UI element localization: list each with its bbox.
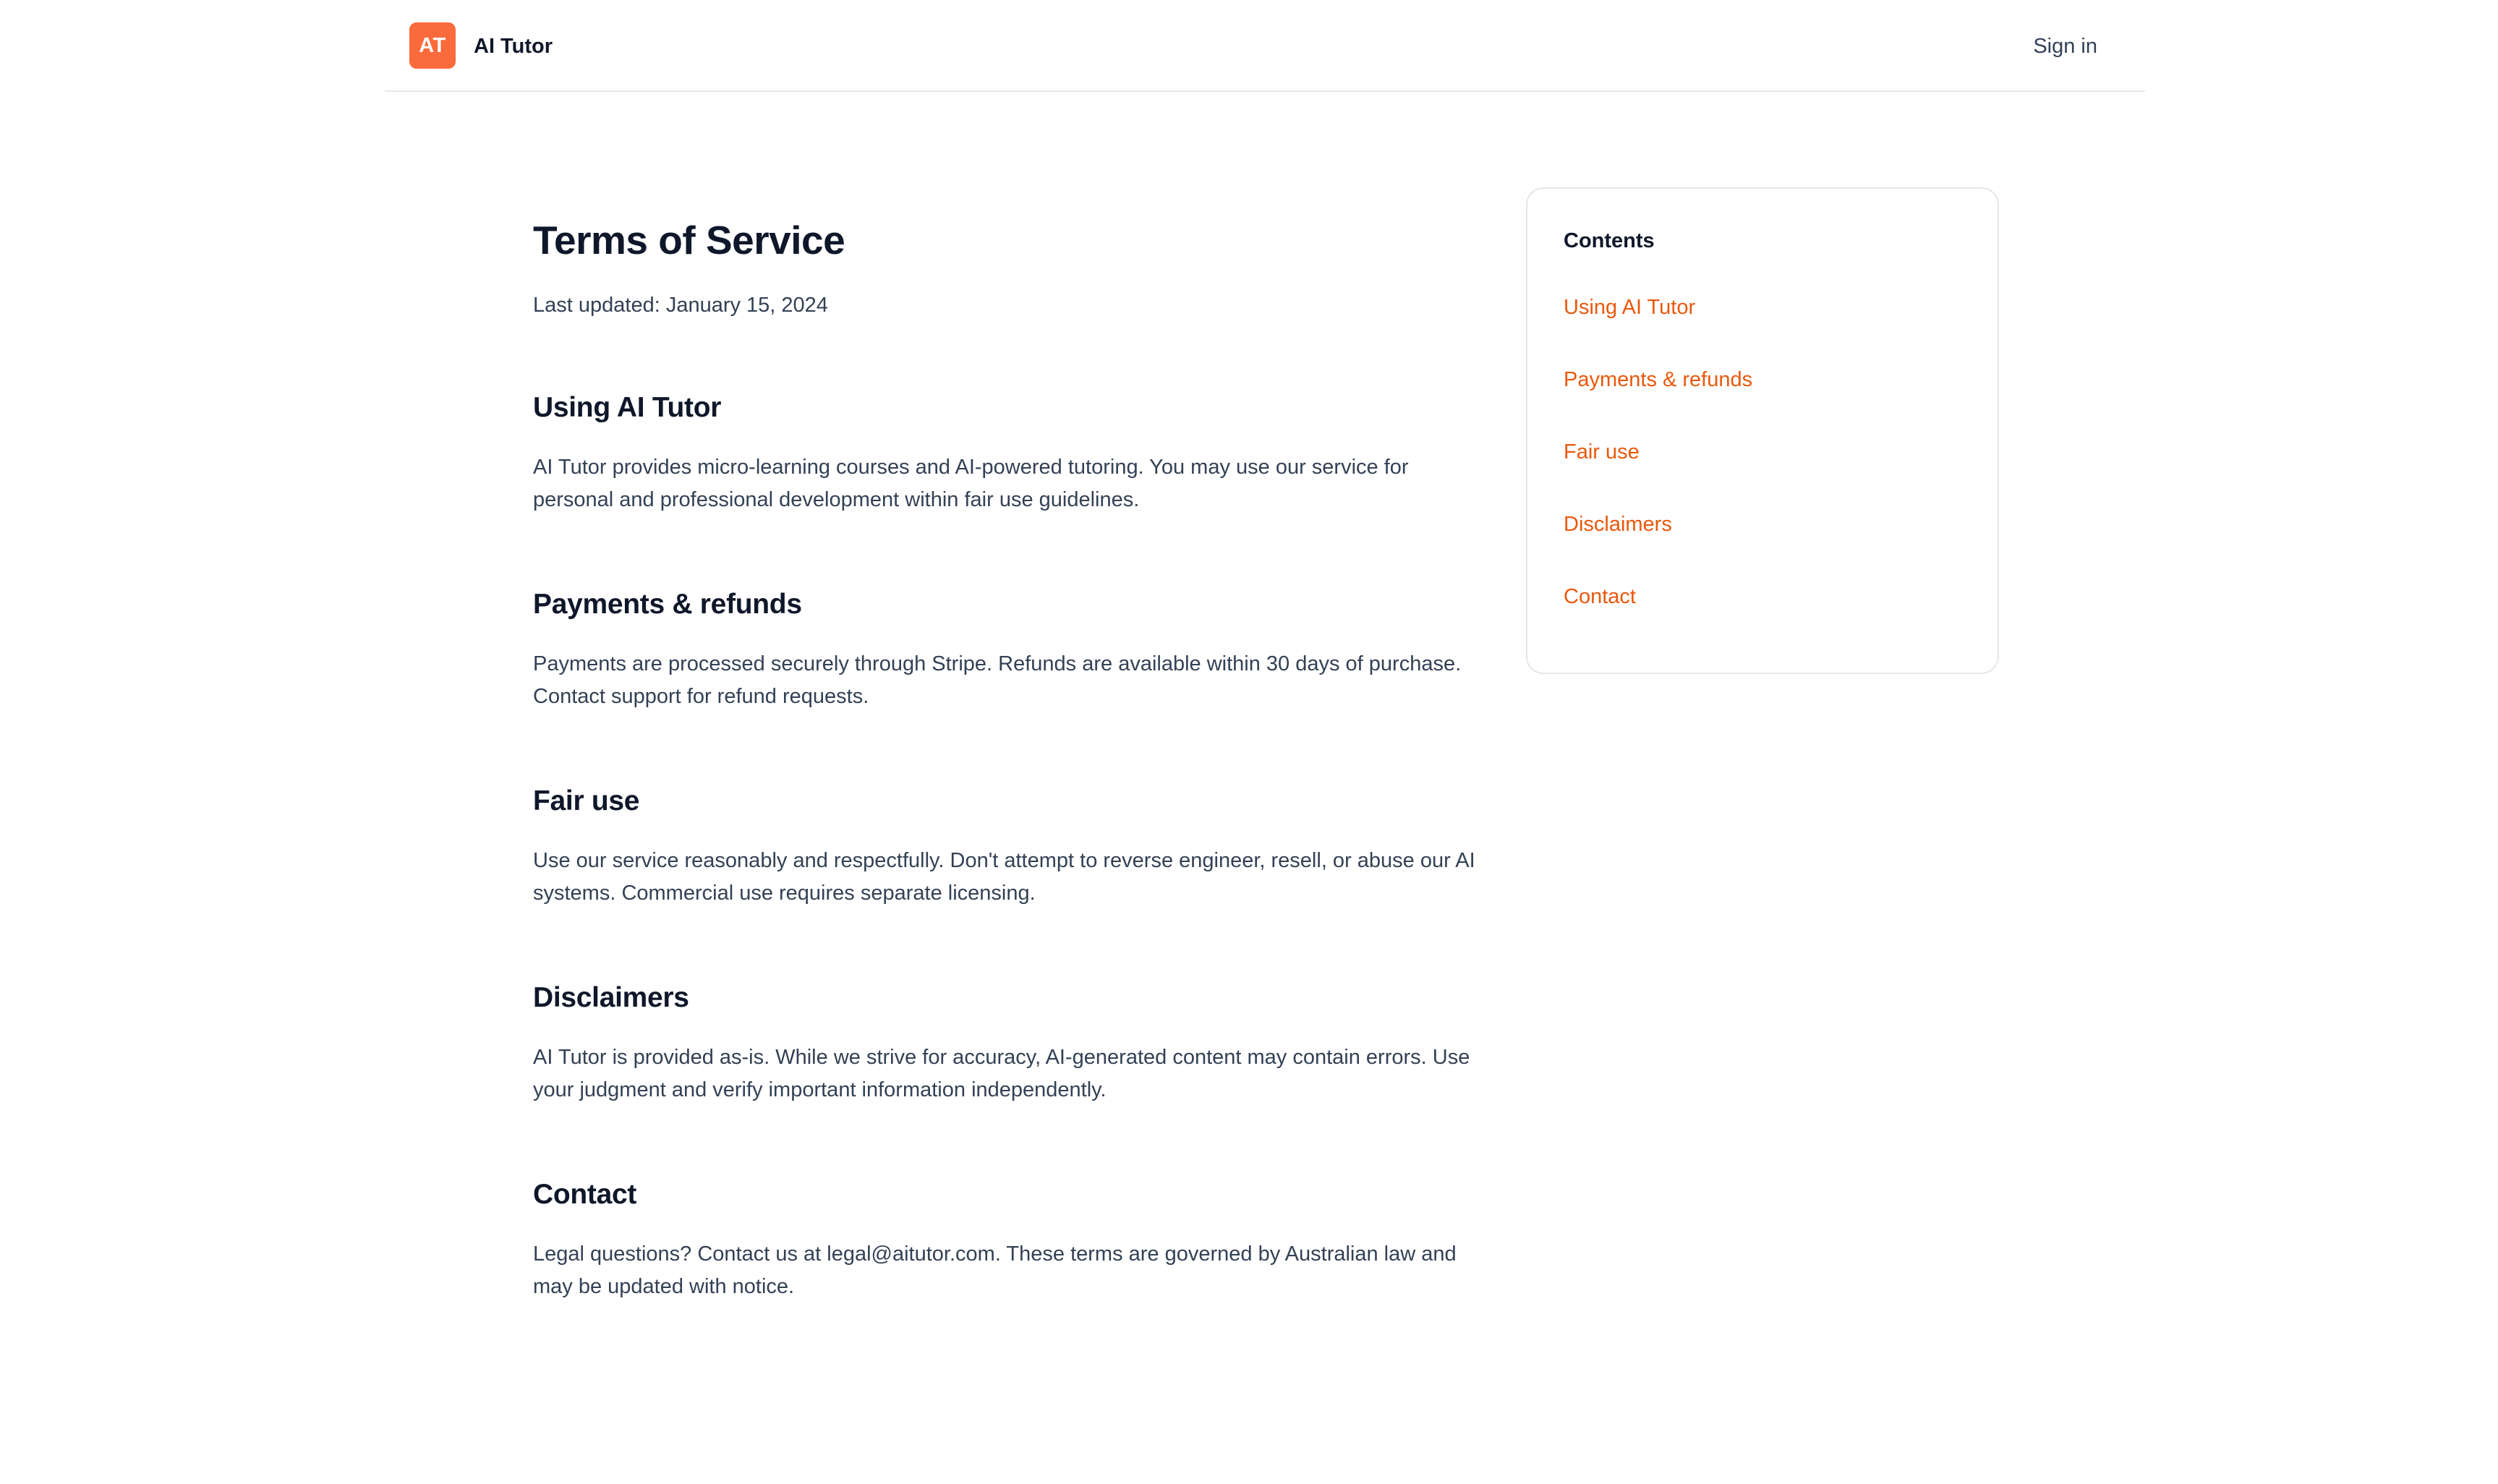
logo[interactable]: AT (409, 22, 456, 69)
top-nav: AT AI Tutor Sign in (385, 0, 2145, 92)
toc-link-payments-refunds[interactable]: Payments & refunds (1564, 365, 1752, 394)
section-payments-refunds: Payments & refunds Payments are processe… (533, 586, 1480, 713)
toc-link-disclaimers[interactable]: Disclaimers (1564, 510, 1752, 539)
section-body: Payments are processed securely through … (533, 652, 1462, 708)
sign-in-link[interactable]: Sign in (2033, 32, 2097, 61)
section-heading: Disclaimers (533, 982, 689, 1013)
section-body: AI Tutor is provided as-is. While we str… (533, 1046, 1470, 1101)
section-contact: Contact Legal questions? Contact us at l… (533, 1176, 1480, 1303)
section-disclaimers: Disclaimers AI Tutor is provided as-is. … (533, 979, 1480, 1106)
toc-title: Contents (1564, 229, 1655, 252)
section-body: AI Tutor provides micro-learning courses… (533, 456, 1409, 511)
section-using-ai-tutor: Using AI Tutor AI Tutor provides micro-l… (533, 389, 1480, 516)
section-heading: Fair use (533, 785, 640, 816)
toc-link-contact[interactable]: Contact (1564, 582, 1752, 611)
last-updated: Last updated: January 15, 2024 (533, 294, 828, 317)
section-heading: Contact (533, 1179, 637, 1210)
section-body: Legal questions? Contact us at legal@ait… (533, 1242, 1457, 1298)
toc-list: Using AI Tutor Payments & refunds Fair u… (1564, 293, 1752, 654)
section-heading: Payments & refunds (533, 589, 802, 620)
brand-name[interactable]: AI Tutor (474, 32, 553, 61)
toc-link-fair-use[interactable]: Fair use (1564, 438, 1752, 466)
terms-article: Terms of Service Last updated: January 1… (533, 214, 1480, 1303)
section-fair-use: Fair use Use our service reasonably and … (533, 782, 1480, 910)
page-title: Terms of Service (533, 218, 845, 263)
table-of-contents: Contents Using AI Tutor Payments & refun… (1526, 187, 1999, 674)
page: AT AI Tutor Sign in Terms of Service Las… (0, 0, 2498, 1484)
section-heading: Using AI Tutor (533, 392, 722, 423)
section-body: Use our service reasonably and respectfu… (533, 849, 1475, 905)
toc-link-using-ai-tutor[interactable]: Using AI Tutor (1564, 293, 1752, 322)
